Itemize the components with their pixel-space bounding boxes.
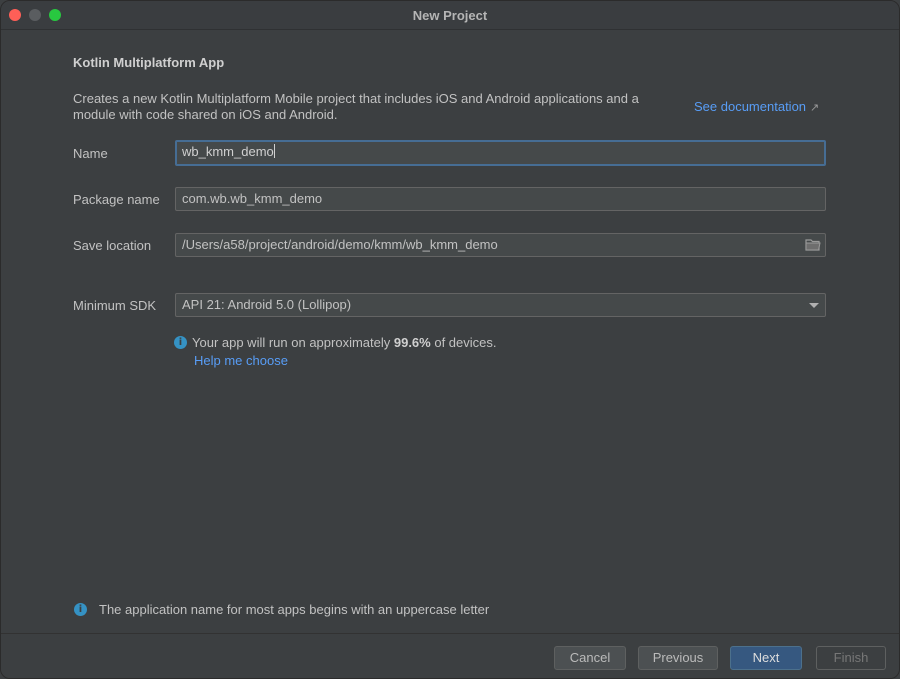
help-me-choose-link[interactable]: Help me choose bbox=[194, 353, 288, 368]
save-location-value: /Users/a58/project/android/demo/kmm/wb_k… bbox=[182, 237, 498, 252]
text-caret bbox=[273, 144, 275, 158]
dialog-footer: Cancel Previous Next Finish bbox=[1, 633, 899, 678]
see-documentation-link[interactable]: See documentation ↗ bbox=[694, 99, 819, 114]
window-title: New Project bbox=[412, 8, 488, 23]
package-name-value: com.wb.wb_kmm_demo bbox=[182, 191, 323, 206]
cancel-button[interactable]: Cancel bbox=[554, 646, 626, 670]
sdk-coverage-note: Your app will run on approximately 99.6%… bbox=[192, 335, 497, 350]
save-location-label: Save location bbox=[73, 238, 152, 253]
folder-icon[interactable] bbox=[805, 238, 821, 252]
name-label: Name bbox=[73, 146, 108, 161]
title-bar: New Project bbox=[1, 1, 899, 30]
save-location-input[interactable]: /Users/a58/project/android/demo/kmm/wb_k… bbox=[175, 233, 826, 257]
package-name-input[interactable]: com.wb.wb_kmm_demo bbox=[175, 187, 826, 211]
info-icon: i bbox=[174, 336, 187, 349]
name-input-value: wb_kmm_demo bbox=[182, 144, 274, 159]
external-link-icon: ↗ bbox=[810, 102, 820, 114]
sdk-coverage-suffix: of devices. bbox=[430, 335, 497, 350]
sdk-coverage-percent: 99.6% bbox=[393, 335, 431, 350]
finish-button[interactable]: Finish bbox=[816, 646, 886, 670]
next-button[interactable]: Next bbox=[730, 646, 802, 670]
package-name-label: Package name bbox=[73, 192, 160, 207]
minimum-sdk-select[interactable]: API 21: Android 5.0 (Lollipop) bbox=[175, 293, 826, 317]
minimum-sdk-label: Minimum SDK bbox=[73, 298, 157, 313]
page-heading: Kotlin Multiplatform App bbox=[73, 55, 225, 70]
previous-button[interactable]: Previous bbox=[638, 646, 718, 670]
validation-hint: The application name for most apps begin… bbox=[99, 602, 490, 617]
info-icon: i bbox=[74, 603, 87, 616]
name-input[interactable]: wb_kmm_demo bbox=[175, 140, 826, 166]
see-documentation-label: See documentation bbox=[694, 99, 807, 114]
sdk-coverage-prefix: Your app will run on approximately bbox=[192, 335, 394, 350]
page-description: Creates a new Kotlin Multiplatform Mobil… bbox=[73, 91, 639, 122]
minimum-sdk-value: API 21: Android 5.0 (Lollipop) bbox=[182, 297, 352, 312]
chevron-down-icon bbox=[809, 303, 819, 308]
new-project-dialog: New Project Kotlin Multiplatform App Cre… bbox=[0, 0, 900, 679]
